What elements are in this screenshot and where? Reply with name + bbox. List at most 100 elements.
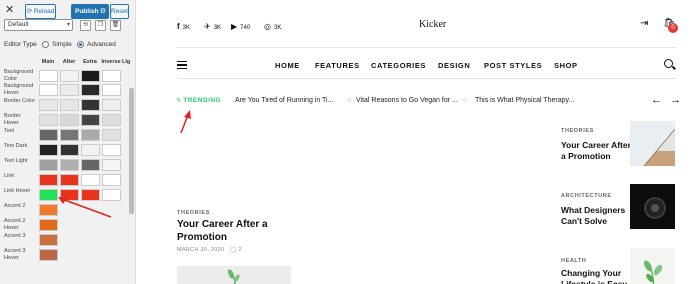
color-swatch[interactable] bbox=[102, 144, 121, 156]
color-swatch[interactable] bbox=[60, 129, 79, 141]
color-swatch[interactable] bbox=[81, 159, 100, 171]
color-swatch[interactable] bbox=[39, 70, 58, 82]
color-swatch[interactable] bbox=[39, 249, 58, 261]
color-swatch[interactable] bbox=[81, 189, 100, 201]
color-swatch[interactable] bbox=[102, 99, 121, 111]
color-swatch[interactable] bbox=[60, 99, 79, 111]
color-swatch[interactable] bbox=[39, 114, 58, 126]
side-post-thumbnail[interactable] bbox=[630, 184, 675, 229]
copy-scheme-icon[interactable]: ⟲ bbox=[80, 20, 91, 31]
color-swatch[interactable] bbox=[39, 144, 58, 156]
social-youtube[interactable]: ▶ 740 bbox=[231, 22, 250, 31]
nav-features[interactable]: FEATURES bbox=[315, 61, 360, 70]
scheme-select[interactable]: Default ▾ bbox=[4, 19, 73, 31]
twitter-icon: ✈ bbox=[204, 22, 211, 31]
site-logo[interactable]: Kicker bbox=[419, 19, 446, 30]
side-post-title[interactable]: Changing Your Lifestyle is Easy bbox=[561, 268, 631, 284]
color-swatch[interactable] bbox=[60, 84, 79, 96]
swatch-row-label: Background Color bbox=[4, 69, 34, 82]
color-swatch[interactable] bbox=[81, 84, 100, 96]
side-post-title[interactable]: What Designers Can't Solve bbox=[561, 205, 631, 226]
color-swatch[interactable] bbox=[81, 70, 100, 82]
color-swatch[interactable] bbox=[60, 159, 79, 171]
duplicate-icon[interactable]: ❐ bbox=[95, 20, 106, 31]
panel-scrollbar[interactable] bbox=[129, 88, 134, 214]
trending-item[interactable]: This is What Physical Therapy... bbox=[475, 97, 574, 104]
color-swatch[interactable] bbox=[81, 144, 100, 156]
close-icon[interactable]: ✕ bbox=[5, 3, 14, 16]
social-count: 3K bbox=[273, 25, 282, 31]
color-swatch[interactable] bbox=[39, 129, 58, 141]
login-icon[interactable]: ⇥ bbox=[640, 18, 648, 29]
arrow-right-icon[interactable]: → bbox=[670, 94, 681, 106]
color-swatch[interactable] bbox=[39, 99, 58, 111]
color-swatch[interactable] bbox=[60, 189, 79, 201]
side-post-title[interactable]: Your Career After a Promotion bbox=[561, 140, 631, 161]
social-count: 3K bbox=[182, 25, 191, 31]
gear-icon[interactable]: ⚙ bbox=[100, 5, 106, 18]
social-facebook[interactable]: f 3K bbox=[177, 22, 190, 31]
color-swatch[interactable] bbox=[39, 234, 58, 246]
post-category[interactable]: THEORIES bbox=[177, 210, 210, 216]
social-instagram[interactable]: ◎ 3K bbox=[264, 22, 281, 31]
header-divider bbox=[177, 47, 677, 48]
radio-simple[interactable] bbox=[42, 41, 49, 48]
comment-count[interactable]: 2 bbox=[238, 247, 241, 253]
chevron-down-icon: ▾ bbox=[66, 22, 70, 28]
color-swatch[interactable] bbox=[81, 174, 100, 186]
reload-button[interactable]: ⟳ Reload bbox=[25, 4, 56, 19]
color-swatch[interactable] bbox=[39, 84, 58, 96]
color-swatch[interactable] bbox=[60, 174, 79, 186]
color-swatch[interactable] bbox=[39, 174, 58, 186]
color-swatch[interactable] bbox=[102, 70, 121, 82]
color-swatch[interactable] bbox=[81, 99, 100, 111]
nav-post-styles[interactable]: POST STYLES bbox=[484, 61, 542, 70]
post-date: MARCH 30, 2020 bbox=[177, 247, 225, 253]
reset-button[interactable]: Reset bbox=[110, 4, 129, 19]
social-twitter[interactable]: ✈ 3K bbox=[204, 22, 221, 31]
nav-home[interactable]: HOME bbox=[275, 61, 300, 70]
color-swatch[interactable] bbox=[39, 189, 58, 201]
color-swatch[interactable] bbox=[81, 114, 100, 126]
swatch-row-label: Link Hover bbox=[4, 188, 31, 194]
separator-icon: ○ bbox=[463, 97, 468, 104]
color-swatch[interactable] bbox=[60, 144, 79, 156]
color-swatch[interactable] bbox=[102, 174, 121, 186]
hamburger-icon[interactable] bbox=[177, 61, 187, 69]
publish-button[interactable]: Publish ⚙ bbox=[71, 4, 109, 19]
nav-shop[interactable]: SHOP bbox=[554, 61, 578, 70]
color-swatch[interactable] bbox=[102, 159, 121, 171]
color-swatch[interactable] bbox=[102, 114, 121, 126]
color-swatch[interactable] bbox=[39, 204, 58, 216]
facebook-icon: f bbox=[177, 22, 180, 31]
color-swatch[interactable] bbox=[102, 129, 121, 141]
side-post-category[interactable]: THEORIES bbox=[561, 128, 594, 134]
color-swatch[interactable] bbox=[102, 189, 121, 201]
color-swatch[interactable] bbox=[60, 114, 79, 126]
trending-item[interactable]: Are You Tired of Running in Ti... bbox=[235, 97, 333, 104]
cart-count-badge: 0 bbox=[668, 23, 678, 33]
trending-text: TRENDING bbox=[183, 97, 222, 104]
nav-design[interactable]: DESIGN bbox=[438, 61, 470, 70]
swatch-row-label: Accent 3 bbox=[4, 233, 26, 239]
side-post-category[interactable]: HEALTH bbox=[561, 258, 587, 264]
swatch-row-label: Background Hover bbox=[4, 83, 34, 96]
color-swatch[interactable] bbox=[81, 129, 100, 141]
plant-image bbox=[227, 269, 240, 284]
side-post-thumbnail[interactable] bbox=[630, 248, 675, 284]
arrow-left-icon[interactable]: ← bbox=[651, 94, 662, 106]
radio-advanced[interactable] bbox=[77, 41, 84, 48]
trending-item[interactable]: Vital Reasons to Go Vegan for ... bbox=[356, 97, 458, 104]
side-post-thumbnail[interactable] bbox=[630, 121, 675, 166]
post-image[interactable] bbox=[177, 266, 291, 284]
post-title[interactable]: Your Career After a Promotion bbox=[177, 219, 297, 244]
color-swatch[interactable] bbox=[39, 159, 58, 171]
color-swatch[interactable] bbox=[39, 219, 58, 231]
radio-advanced-label: Advanced bbox=[87, 41, 116, 48]
delete-icon[interactable]: 🗑 bbox=[110, 20, 121, 31]
color-swatch[interactable] bbox=[60, 70, 79, 82]
color-swatch[interactable] bbox=[102, 84, 121, 96]
search-icon[interactable] bbox=[664, 59, 673, 68]
nav-categories[interactable]: CATEGORIES bbox=[371, 61, 426, 70]
side-post-category[interactable]: ARCHITECTURE bbox=[561, 193, 612, 199]
